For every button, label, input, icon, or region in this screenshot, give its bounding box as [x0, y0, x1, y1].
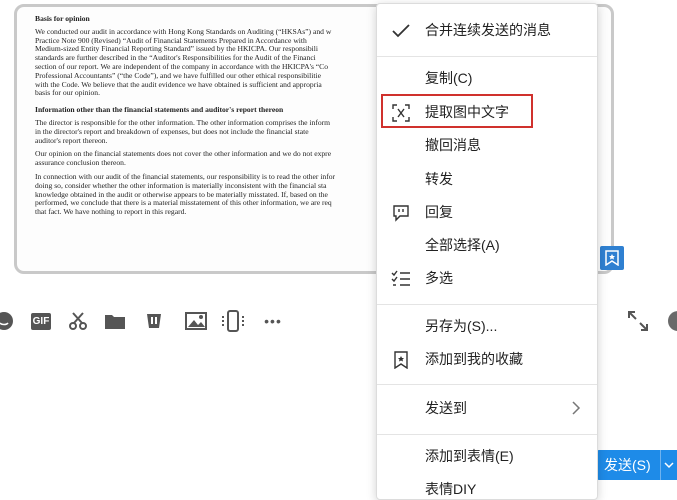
menu-item-reply[interactable]: 回复 — [377, 196, 597, 228]
menu-divider — [377, 304, 597, 305]
menu-item-multi-select[interactable]: 多选 — [377, 262, 597, 294]
reply-bubble-icon — [391, 203, 411, 223]
gif-icon[interactable]: GIF — [28, 306, 54, 336]
menu-item-label: 全部选择(A) — [425, 237, 500, 253]
send-button[interactable]: 发送(S) — [596, 450, 666, 480]
music-icon[interactable] — [142, 306, 166, 336]
send-options-chevron-icon[interactable] — [660, 450, 677, 480]
menu-item-sticker-diy[interactable]: 表情DIY — [377, 473, 597, 500]
menu-item-label: 复制(C) — [425, 70, 473, 86]
menu-item-recall[interactable]: 撤回消息 — [377, 129, 597, 161]
menu-item-merge-forward[interactable]: 合并连续发送的消息 — [377, 14, 597, 46]
menu-divider — [377, 384, 597, 385]
bookmark-star-icon — [391, 350, 411, 370]
check-icon — [391, 21, 411, 41]
menu-item-label: 发送到 — [425, 400, 467, 416]
menu-item-label: 合并连续发送的消息 — [425, 22, 551, 38]
favorite-badge-icon[interactable] — [600, 246, 624, 270]
menu-item-label: 添加到表情(E) — [425, 448, 514, 464]
menu-divider — [377, 434, 597, 435]
menu-item-label: 多选 — [425, 270, 453, 286]
menu-item-label: 另存为(S)... — [425, 318, 498, 334]
menu-item-label: 添加到我的收藏 — [425, 351, 523, 367]
gif-label: GIF — [30, 312, 52, 330]
menu-item-label: 撤回消息 — [425, 137, 481, 153]
menu-item-add-sticker[interactable]: 添加到表情(E) — [377, 440, 597, 472]
emoji-icon[interactable] — [0, 306, 16, 336]
menu-item-label: 转发 — [425, 171, 453, 187]
menu-item-send-to[interactable]: 发送到 — [377, 392, 597, 424]
menu-divider — [377, 56, 597, 57]
context-menu: 合并连续发送的消息 复制(C) 提取图中文字 撤回消息 转发 回复 全部选择(A… — [376, 3, 598, 500]
chat-toolbar: GIF ••• — [0, 306, 290, 336]
menu-item-label: 提取图中文字 — [425, 104, 509, 120]
menu-item-save-as[interactable]: 另存为(S)... — [377, 310, 597, 342]
more-icon[interactable]: ••• — [258, 306, 288, 336]
chevron-right-icon — [569, 401, 583, 415]
checklist-icon — [391, 269, 411, 289]
text-scan-icon — [391, 103, 411, 123]
menu-item-copy[interactable]: 复制(C) — [377, 62, 597, 94]
screenshot-phone-icon[interactable] — [220, 306, 246, 336]
menu-item-label: 回复 — [425, 204, 453, 220]
expand-icon[interactable] — [626, 309, 650, 333]
menu-item-extract-text[interactable]: 提取图中文字 — [377, 96, 597, 128]
menu-item-label: 表情DIY — [425, 481, 477, 497]
menu-item-select-all[interactable]: 全部选择(A) — [377, 229, 597, 261]
folder-icon[interactable] — [102, 306, 128, 336]
menu-item-add-favorite[interactable]: 添加到我的收藏 — [377, 343, 597, 375]
edge-circle-icon[interactable] — [668, 311, 677, 331]
image-icon[interactable] — [184, 306, 208, 336]
scissors-icon[interactable] — [66, 306, 90, 336]
menu-item-forward[interactable]: 转发 — [377, 163, 597, 195]
